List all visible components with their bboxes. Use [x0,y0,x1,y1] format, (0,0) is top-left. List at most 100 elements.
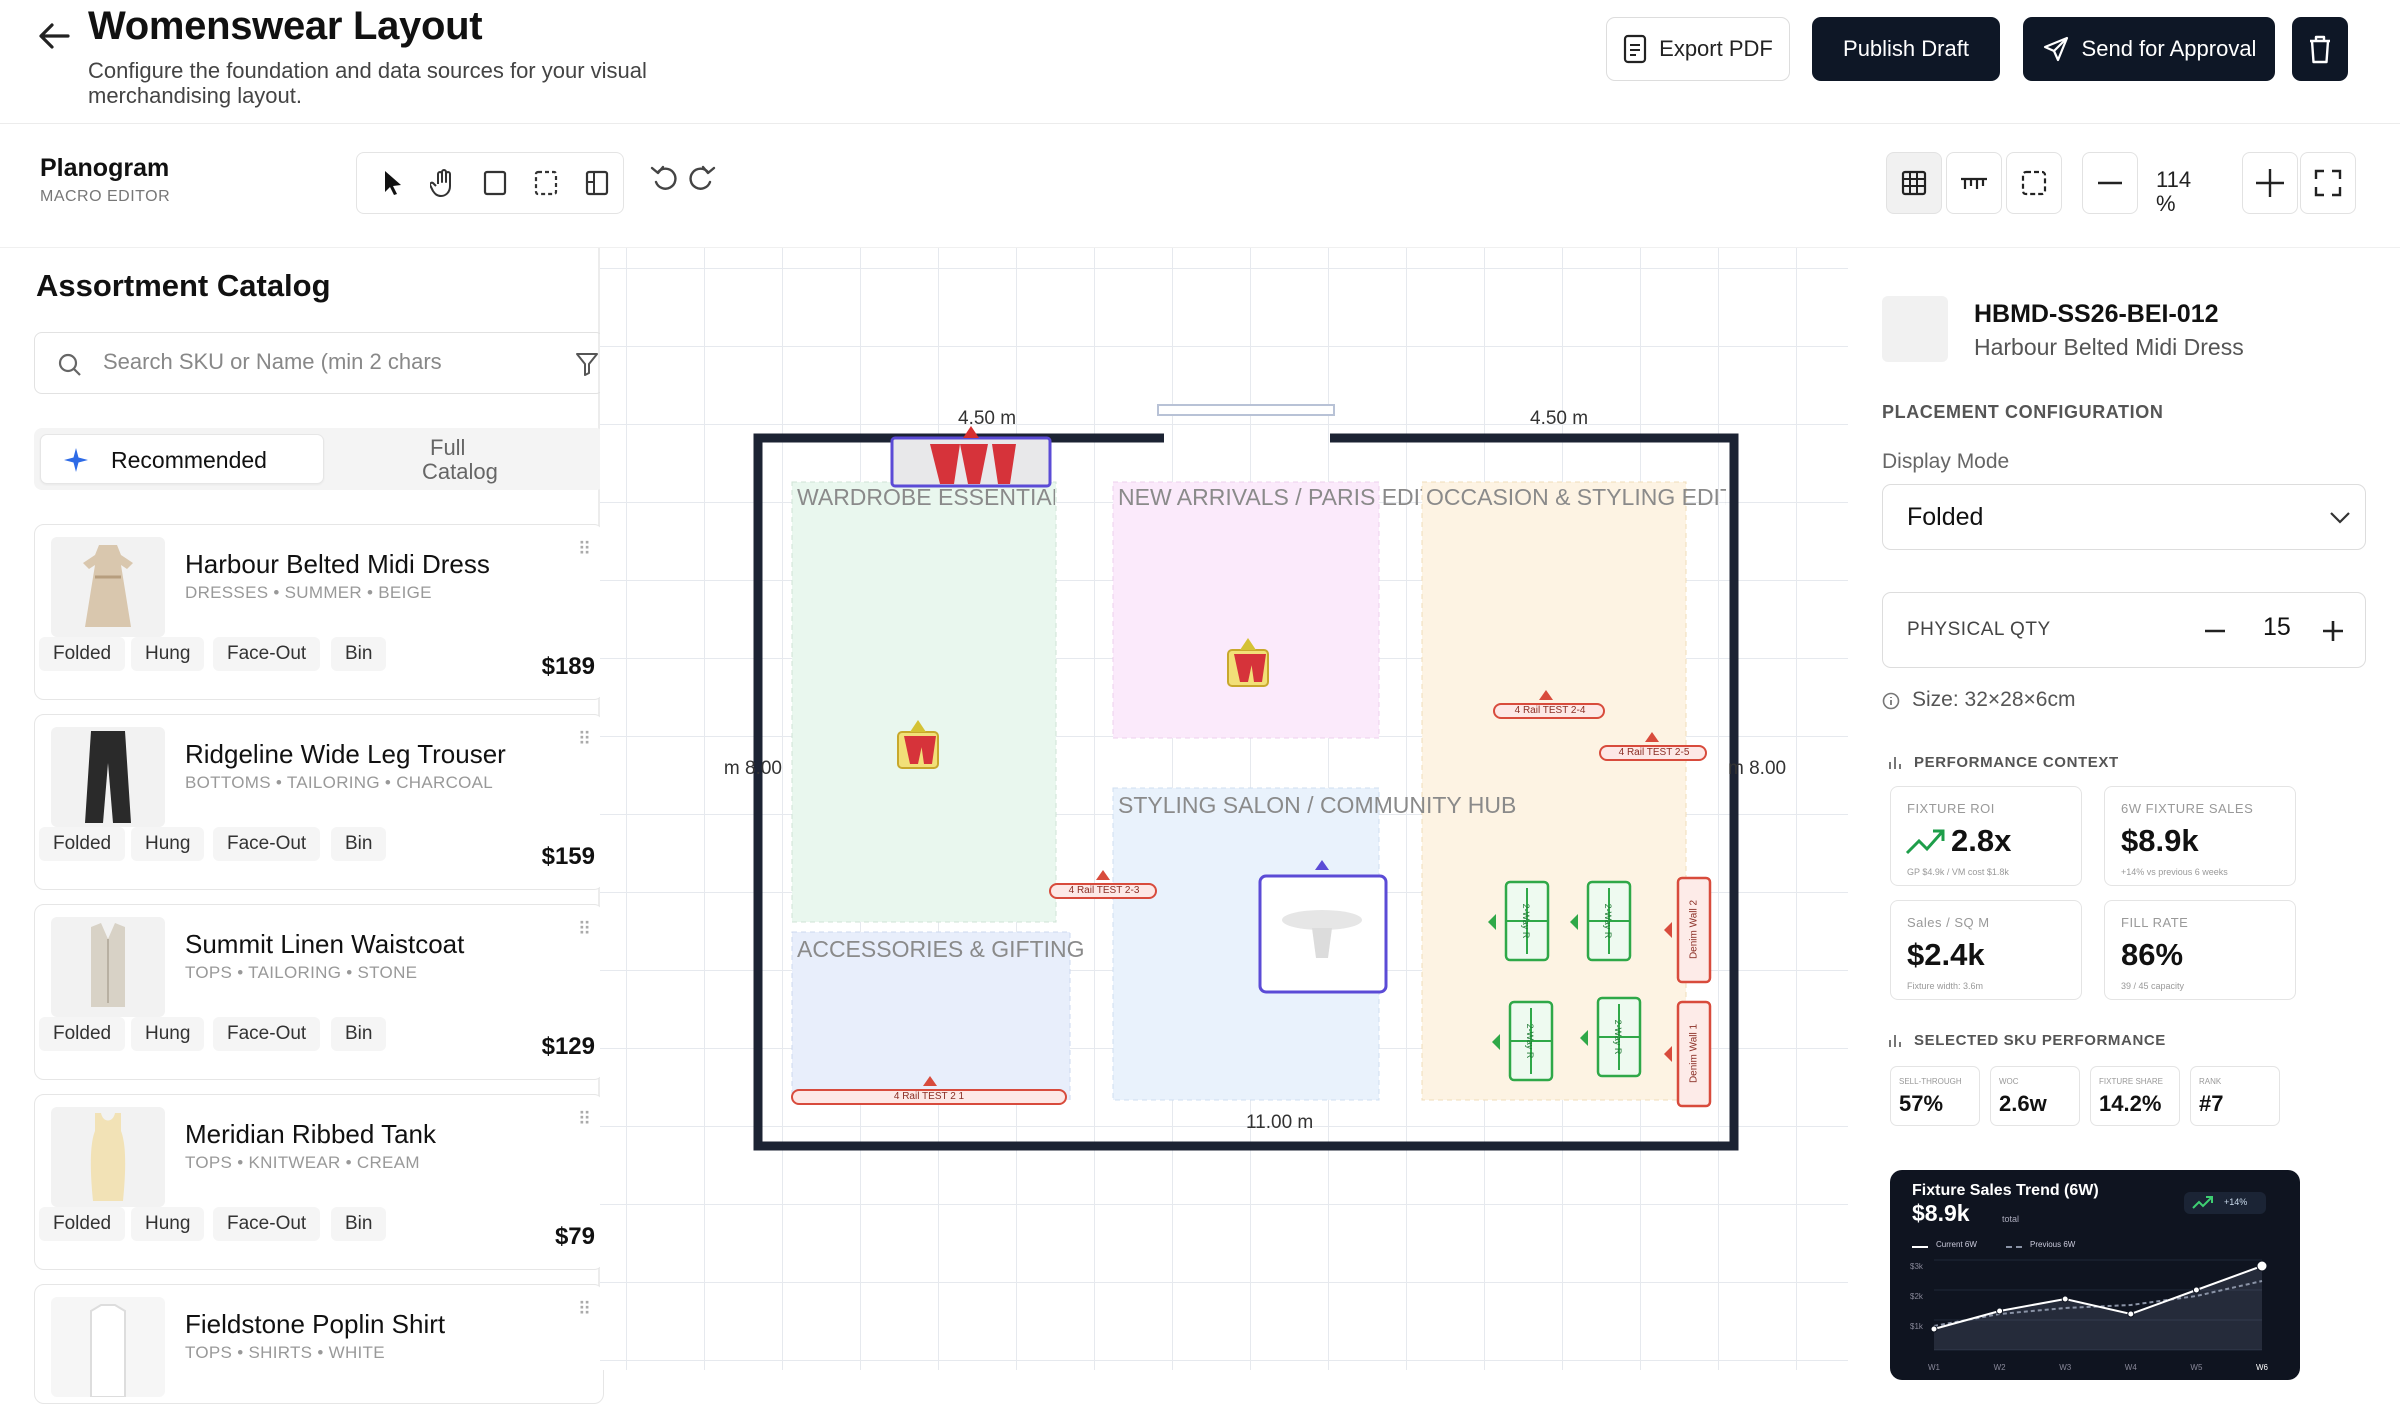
trend-chart: W1 W2 W3 W4 W5 W6 [1928,1259,2269,1372]
catalog-item-card[interactable]: Ridgeline Wide Leg Trouser BOTTOMS • TAI… [34,714,604,890]
catalog-item-card[interactable]: Meridian Ribbed Tank TOPS • KNITWEAR • C… [34,1094,604,1270]
chip-hung[interactable]: Hung [131,827,205,861]
planogram-canvas[interactable]: 4.50 m 4.50 m 8.00 m 8.00 m 11.00 m WARD… [600,248,1848,1370]
chip-hung[interactable]: Hung [131,637,205,671]
physical-qty-stepper: PHYSICAL QTY 15 [1882,592,2366,668]
tool-group [356,152,624,214]
send-icon [2043,36,2068,62]
data-point[interactable] [1930,1325,1938,1333]
data-point[interactable] [2127,1310,2135,1318]
tab-recommended-label: Recommended [111,447,267,473]
fullscreen-button[interactable] [2300,152,2356,214]
chip-bin[interactable]: Bin [331,827,387,861]
chip-face-out[interactable]: Face-Out [213,827,321,861]
delete-button[interactable] [2292,17,2348,81]
rail-label: 4 Rail TEST 2-4 [1514,705,1586,716]
redo-icon[interactable] [684,162,718,196]
export-pdf-button[interactable]: Export PDF [1606,17,1790,81]
zoom-in-button[interactable] [2242,152,2298,214]
chip-hung[interactable]: Hung [131,1207,205,1241]
chip-bin[interactable]: Bin [331,637,387,671]
search-icon [58,353,81,376]
tab-full-label-2: Catalog [422,459,498,484]
chip-hung[interactable]: Hung [131,1017,205,1051]
product-name: Fieldstone Poplin Shirt [185,1309,446,1339]
page-header: Womenswear Layout Configure the foundati… [0,0,2400,124]
editor-toolbar: Planogram MACRO EDITOR 114 % [0,124,2400,248]
rectangle-icon[interactable] [469,157,520,209]
product-thumbnail [51,1107,165,1207]
drag-handle-icon[interactable]: ⠿ [578,539,591,560]
back-arrow-icon[interactable] [34,16,74,56]
drag-handle-icon[interactable]: ⠿ [578,919,591,940]
rack-label: 2-Way R [1521,903,1531,939]
ruler-toggle-button[interactable] [1946,152,2002,214]
series-area-current [1934,1266,2262,1350]
bounds-toggle-button[interactable] [2006,152,2062,214]
zone-occasion-styling[interactable] [1421,481,1687,1101]
chip-folded[interactable]: Folded [39,1017,126,1051]
layout-panel-icon[interactable] [572,157,623,209]
qty-value[interactable]: 15 [2263,613,2291,642]
chip-bin[interactable]: Bin [331,1207,387,1241]
product-meta: TOPS • KNITWEAR • CREAM [185,1153,420,1172]
table-fixture[interactable] [1258,860,1388,994]
chip-folded[interactable]: Folded [39,637,126,671]
send-for-approval-button[interactable]: Send for Approval [2023,17,2275,81]
product-meta: TOPS • TAILORING • STONE [185,963,418,982]
product-price: $129 [541,1033,595,1060]
metric-value: 57% [1899,1091,1944,1116]
chip-face-out[interactable]: Face-Out [213,1207,321,1241]
catalog-item-card[interactable]: Summit Linen Waistcoat TOPS • TAILORING … [34,904,604,1080]
product-price: $159 [541,843,595,870]
zoom-level: 114 % [2156,168,2196,216]
filter-icon[interactable] [575,351,599,377]
data-point[interactable] [2061,1295,2069,1303]
entrance-door[interactable] [1157,404,1335,416]
editor-subtitle: MACRO EDITOR [40,188,171,205]
marquee-select-icon[interactable] [521,157,572,209]
zone-new-arrivals[interactable] [1112,481,1380,739]
catalog-item-card[interactable]: Harbour Belted Midi Dress DRESSES • SUMM… [34,524,604,700]
chip-folded[interactable]: Folded [39,827,126,861]
drag-handle-icon[interactable]: ⠿ [578,1109,591,1130]
expand-icon [2314,169,2342,197]
sku-metric-rank: RANK #7 [2190,1066,2280,1126]
assortment-catalog-panel: Assortment Catalog Search SKU or Name (m… [0,248,604,1404]
data-point[interactable] [2192,1286,2200,1294]
zone-wardrobe-essentials[interactable] [791,481,1057,923]
zoom-unit: % [2156,191,2176,216]
display-mode-select[interactable]: Folded [1882,484,2366,550]
grid-toggle-button[interactable] [1886,152,1942,214]
data-point[interactable] [1996,1307,2004,1315]
placement-config-title: PLACEMENT CONFIGURATION [1882,402,2164,422]
undo-icon[interactable] [648,162,682,196]
increment-icon[interactable] [2323,621,2343,641]
fixture-sales-trend-card: Fixture Sales Trend (6W) $8.9k total +14… [1890,1170,2300,1380]
x-tick-label: W1 [1928,1363,1941,1372]
chip-bin[interactable]: Bin [331,1017,387,1051]
chip-folded[interactable]: Folded [39,1207,126,1241]
pan-hand-icon[interactable] [418,157,469,209]
select-pointer-icon[interactable] [367,157,418,209]
size-text: Size: 32×28×6cm [1912,688,2076,711]
chip-face-out[interactable]: Face-Out [213,637,321,671]
display-mode-label: Display Mode [1882,450,2010,473]
kpi-card-sales-sqm: Sales / SQ M $2.4k Fixture width: 3.6m [1890,900,2082,1000]
zoom-out-button[interactable] [2082,152,2138,214]
tab-recommended[interactable]: Recommended [40,434,324,484]
data-point[interactable] [2256,1260,2268,1272]
catalog-tabs: Recommended Full Catalog [34,428,604,490]
drag-handle-icon[interactable]: ⠿ [578,729,591,750]
publish-draft-button[interactable]: Publish Draft [1812,17,2000,81]
kpi-label: FILL RATE [2121,915,2189,930]
catalog-search-input[interactable]: Search SKU or Name (min 2 chars [34,332,604,394]
info-icon [1882,692,1900,710]
tab-full-catalog[interactable]: Full Catalog [422,436,498,484]
decrement-icon[interactable] [2205,629,2225,633]
catalog-item-card[interactable]: Fieldstone Poplin Shirt TOPS • SHIRTS • … [34,1284,604,1404]
drag-handle-icon[interactable]: ⠿ [578,1299,591,1320]
metric-label: FIXTURE SHARE [2099,1077,2164,1086]
chip-face-out[interactable]: Face-Out [213,1017,321,1051]
grid-icon [1901,170,1927,196]
